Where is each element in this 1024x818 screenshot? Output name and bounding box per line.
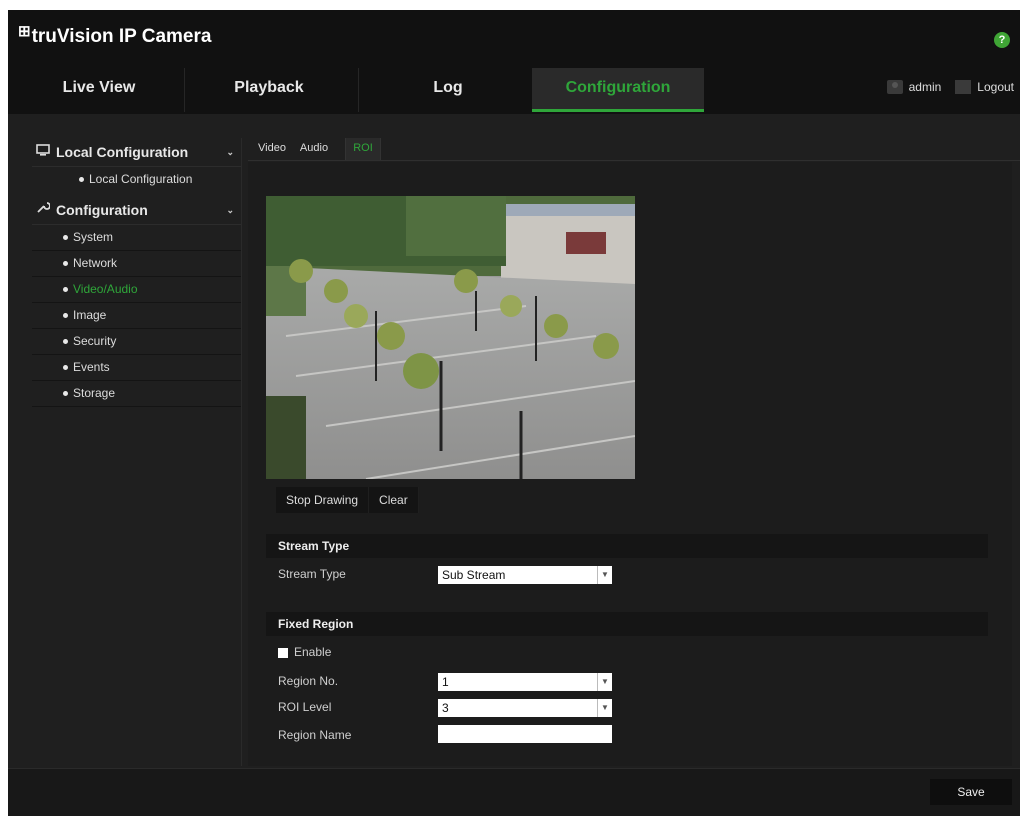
nav-divider [358, 68, 359, 112]
user-area: admin Logout [886, 80, 1014, 94]
sidebar-item-image[interactable]: Image [32, 303, 242, 329]
camera-web-app: ⊞ truVision IP Camera ? Live View Playba… [8, 10, 1020, 816]
sidebar-section-configuration[interactable]: Configuration ⌄ [32, 196, 242, 225]
nav-divider [184, 68, 185, 112]
sidebar-item-storage[interactable]: Storage [32, 381, 242, 407]
username: admin [908, 80, 942, 94]
tab-configuration[interactable]: Configuration [532, 68, 704, 112]
chevron-down-icon: ⌄ [226, 147, 234, 157]
sidebar-item-network[interactable]: Network [32, 251, 242, 277]
app-title: truVision IP Camera [31, 26, 212, 47]
help-icon[interactable]: ? [994, 32, 1010, 48]
stream-type-label: Stream Type [278, 567, 346, 581]
logout-icon[interactable] [955, 80, 972, 94]
clear-button[interactable]: Clear [369, 487, 419, 513]
subtab-roi[interactable]: ROI [345, 138, 381, 160]
sidebar-item-events[interactable]: Events [32, 355, 242, 381]
region-no-select[interactable]: 1 ▼ [438, 673, 612, 691]
region-no-label: Region No. [278, 674, 339, 688]
user-icon [886, 80, 903, 94]
sidebar-item-video-audio[interactable]: Video/Audio [32, 277, 242, 303]
chevron-down-icon: ▼ [597, 566, 612, 584]
local-config-icon [36, 138, 50, 166]
roi-level-value: 3 [442, 701, 449, 715]
live-video-preview[interactable] [266, 196, 635, 479]
tab-playback[interactable]: Playback [214, 68, 324, 112]
config-subtabs: Video Audio ROI [248, 138, 1020, 161]
app-logo: ⊞ truVision IP Camera [18, 23, 212, 48]
stop-drawing-button[interactable]: Stop Drawing [276, 487, 370, 513]
stream-type-select[interactable]: Sub Stream ▼ [438, 566, 612, 584]
chevron-down-icon: ▼ [597, 699, 612, 717]
roi-level-select[interactable]: 3 ▼ [438, 699, 612, 717]
sidebar: Local Configuration ⌄ Local Configuratio… [32, 138, 242, 407]
stream-type-value: Sub Stream [442, 568, 506, 582]
sidebar-divider [241, 138, 242, 766]
sidebar-section-label: Configuration [56, 202, 148, 218]
sidebar-item-system[interactable]: System [32, 225, 242, 251]
region-name-input[interactable] [438, 725, 612, 743]
region-name-label: Region Name [278, 728, 352, 742]
header: ⊞ truVision IP Camera ? Live View Playba… [8, 10, 1020, 114]
sidebar-item-security[interactable]: Security [32, 329, 242, 355]
chevron-down-icon: ⌄ [226, 205, 234, 215]
drawing-toolbar: Stop Drawing Clear [276, 487, 419, 513]
logo-mark-icon: ⊞ [18, 23, 31, 40]
sidebar-section-local-configuration[interactable]: Local Configuration ⌄ [32, 138, 242, 167]
fixed-region-header: Fixed Region [266, 612, 988, 636]
tab-live-view[interactable]: Live View [44, 68, 154, 112]
subtab-audio[interactable]: Audio [294, 138, 334, 160]
chevron-down-icon: ▼ [597, 673, 612, 691]
roi-panel: Stop Drawing Clear Stream Type Stream Ty… [248, 162, 1012, 766]
stream-type-header: Stream Type [266, 534, 988, 558]
region-no-value: 1 [442, 675, 449, 689]
main-nav: Live View Playback Log Configuration [8, 68, 1020, 112]
logout-link[interactable]: Logout [977, 80, 1014, 94]
sidebar-section-label: Local Configuration [56, 144, 189, 160]
roi-level-label: ROI Level [278, 700, 332, 714]
subtab-video[interactable]: Video [252, 138, 292, 160]
enable-checkbox[interactable] [278, 648, 288, 658]
save-button[interactable]: Save [930, 779, 1012, 805]
footer: Save [8, 768, 1020, 816]
enable-label: Enable [294, 645, 332, 659]
tab-log[interactable]: Log [393, 68, 503, 112]
wrench-icon [36, 196, 51, 224]
sidebar-item-local-configuration[interactable]: Local Configuration [32, 167, 242, 192]
